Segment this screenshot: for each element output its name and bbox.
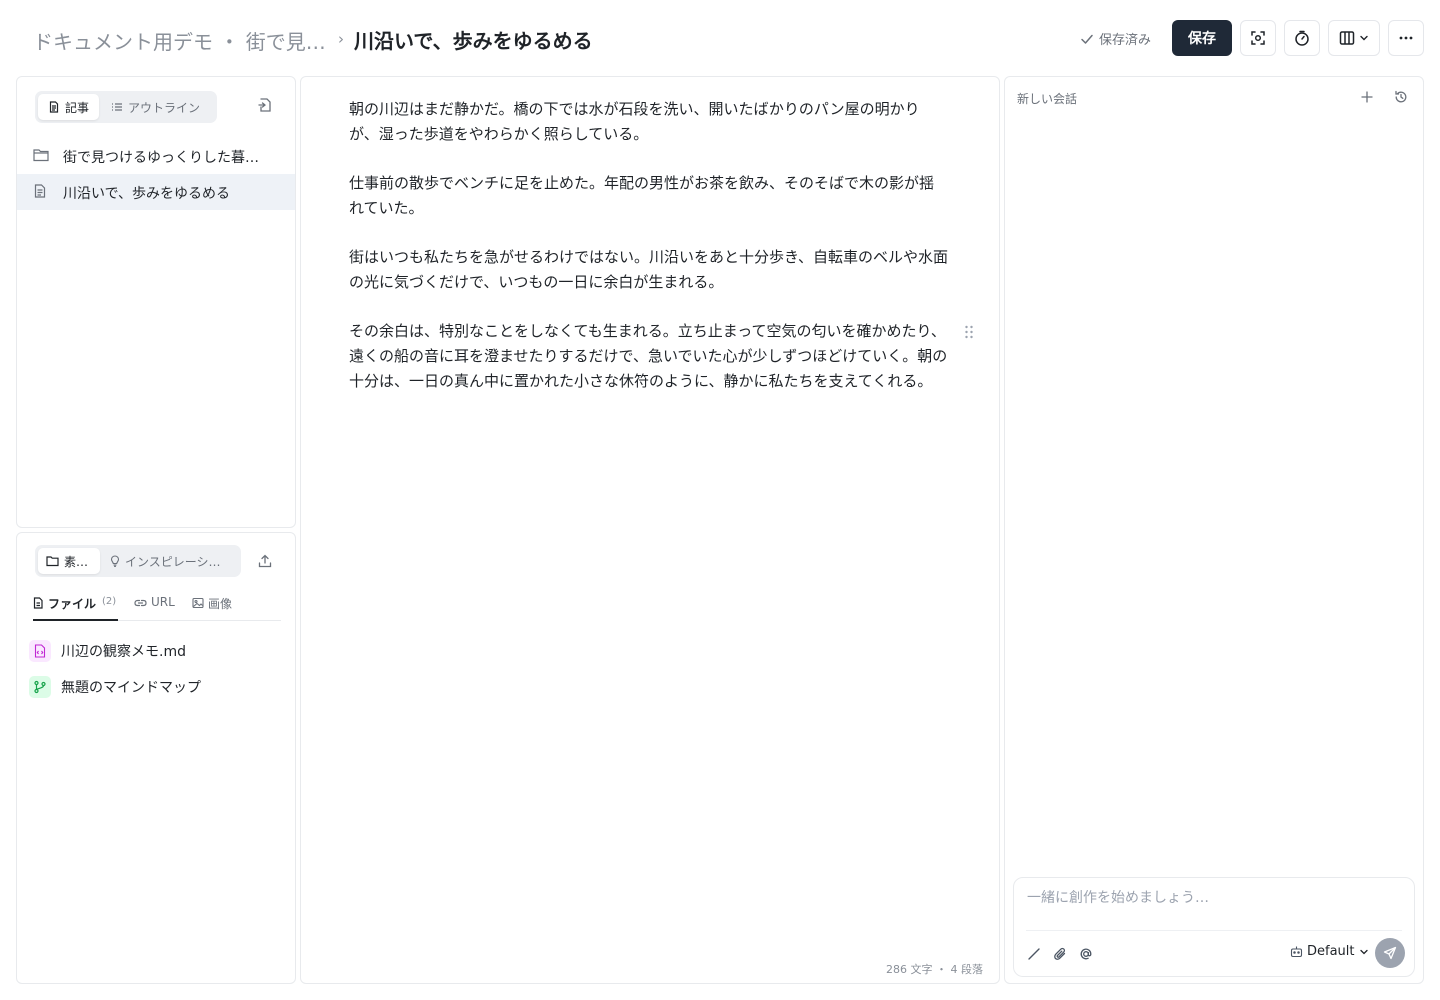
save-status-label: 保存済み [1099, 33, 1152, 48]
tab-articles-label: 記事 [65, 100, 90, 115]
new-article-button[interactable] [253, 93, 277, 117]
file-item[interactable]: 無題のマインドマップ [29, 675, 201, 699]
focus-icon [1249, 29, 1267, 47]
model-selector[interactable]: Default [1290, 944, 1369, 959]
top-bar: ドキュメント用デモ ・ 街で見… › 川沿いで、歩みをゆるめる 保存済み 保存 [0, 0, 1440, 76]
folder-icon [33, 148, 49, 162]
paperclip-icon [1053, 947, 1067, 961]
tree-item-label: 川沿いで、歩みをゆるめる [63, 186, 231, 202]
tab-outline-label: アウトライン [128, 100, 201, 115]
editor-paragraph[interactable]: その余白は、特別なことをしなくても生まれる。立ち止まって空気の匂いを確かめたり、… [349, 319, 949, 394]
mindmap-icon [29, 676, 51, 698]
slash-command-button[interactable] [1022, 942, 1046, 966]
new-document-icon [257, 97, 273, 113]
bulb-icon [110, 555, 120, 567]
upload-button[interactable] [253, 549, 277, 573]
file-item[interactable]: 川辺の観察メモ.md [29, 639, 186, 663]
file-icon [33, 597, 44, 609]
tab-inspiration[interactable]: インスピレーシ… [102, 548, 238, 574]
more-button[interactable] [1388, 20, 1424, 56]
chat-panel: 新しい会話 D [1004, 76, 1424, 984]
save-status: 保存済み [1080, 29, 1151, 48]
chat-input[interactable] [1027, 890, 1397, 906]
material-tab-group: 素… インスピレーシ… [35, 545, 241, 577]
tree-item-label: 街で見つけるゆっくりした暮… [63, 150, 259, 166]
subtab-url-label: URL [151, 595, 175, 609]
tab-materials-label: 素… [64, 554, 89, 569]
tab-outline[interactable]: アウトライン [101, 94, 210, 120]
article-tab-group: 記事 アウトライン [35, 91, 217, 123]
markdown-file-icon [29, 640, 51, 662]
subtab-images-label: 画像 [208, 597, 233, 611]
link-icon [134, 597, 147, 609]
editor-paragraph[interactable]: 街はいつも私たちを急がせるわけではない。川沿いをあと十分歩き、自転車のベルや水面… [349, 245, 949, 295]
attach-button[interactable] [1048, 942, 1072, 966]
send-icon [1383, 946, 1397, 960]
file-name: 無題のマインドマップ [61, 680, 201, 696]
subtab-files[interactable]: ファイル (2) [33, 595, 118, 621]
subtab-files-label: ファイル [48, 597, 97, 611]
tab-articles[interactable]: 記事 [38, 94, 100, 120]
files-count: (2) [102, 596, 117, 607]
more-icon [1398, 30, 1414, 46]
tab-inspiration-label: インスピレーシ… [125, 554, 221, 569]
breadcrumb-parent[interactable]: ドキュメント用デモ ・ 街で見… [33, 26, 326, 55]
subtab-images[interactable]: 画像 [192, 595, 232, 621]
file-name: 川辺の観察メモ.md [61, 644, 186, 660]
layout-button[interactable] [1328, 20, 1380, 56]
save-button[interactable]: 保存 [1172, 20, 1232, 56]
subtab-url[interactable]: URL [134, 595, 175, 621]
new-chat-button[interactable] [1355, 85, 1379, 109]
upload-icon [257, 553, 273, 569]
tree-item-folder[interactable]: 街で見つけるゆっくりした暮… [17, 138, 295, 174]
slash-icon [1027, 947, 1041, 961]
document-icon [33, 184, 47, 198]
send-button[interactable] [1375, 938, 1405, 968]
columns-icon [1339, 30, 1355, 46]
at-icon [1079, 947, 1093, 961]
chat-composer: Default [1013, 877, 1415, 977]
timer-button[interactable] [1284, 20, 1320, 56]
breadcrumb-separator: › [338, 30, 344, 48]
editor-panel[interactable]: 朝の川辺はまだ静かだ。橋の下では水が石段を洗い、開いたばかりのパン屋の明かりが、… [300, 76, 1000, 984]
bot-icon [1290, 945, 1303, 958]
chevron-down-icon [1359, 947, 1369, 957]
tree-item-article[interactable]: 川沿いで、歩みをゆるめる [17, 174, 295, 210]
chat-history-button[interactable] [1389, 85, 1413, 109]
article-panel: 記事 アウトライン 街で見つけるゆっくりした暮… 川沿いで、歩みをゆるめる [16, 76, 296, 528]
page-title: 川沿いで、歩みをゆるめる [354, 29, 593, 53]
drag-handle-icon[interactable] [964, 325, 974, 339]
folder-icon [46, 555, 59, 567]
list-icon [111, 101, 123, 113]
mention-button[interactable] [1074, 942, 1098, 966]
model-label: Default [1307, 944, 1355, 959]
materials-panel: 素… インスピレーシ… ファイル (2) URL 画像 川辺の観察メモ.md 無… [16, 532, 296, 984]
material-subtabs: ファイル (2) URL 画像 [33, 595, 281, 621]
plus-icon [1360, 90, 1374, 104]
composer-divider [1026, 930, 1402, 931]
image-icon [192, 597, 204, 609]
tab-materials[interactable]: 素… [38, 548, 100, 574]
check-icon [1080, 32, 1094, 46]
editor-paragraph[interactable]: 仕事前の散歩でベンチに足を止めた。年配の男性がお茶を飲み、そのそばで木の影が揺れ… [349, 171, 949, 221]
history-icon [1394, 90, 1408, 104]
word-count: 286 文字 ・ 4 段落 [886, 963, 983, 976]
timer-icon [1293, 29, 1311, 47]
focus-mode-button[interactable] [1240, 20, 1276, 56]
document-icon [48, 101, 60, 113]
chat-title: 新しい会話 [1017, 92, 1078, 106]
editor-paragraph[interactable]: 朝の川辺はまだ静かだ。橋の下では水が石段を洗い、開いたばかりのパン屋の明かりが、… [349, 97, 949, 147]
chevron-down-icon [1359, 33, 1369, 43]
